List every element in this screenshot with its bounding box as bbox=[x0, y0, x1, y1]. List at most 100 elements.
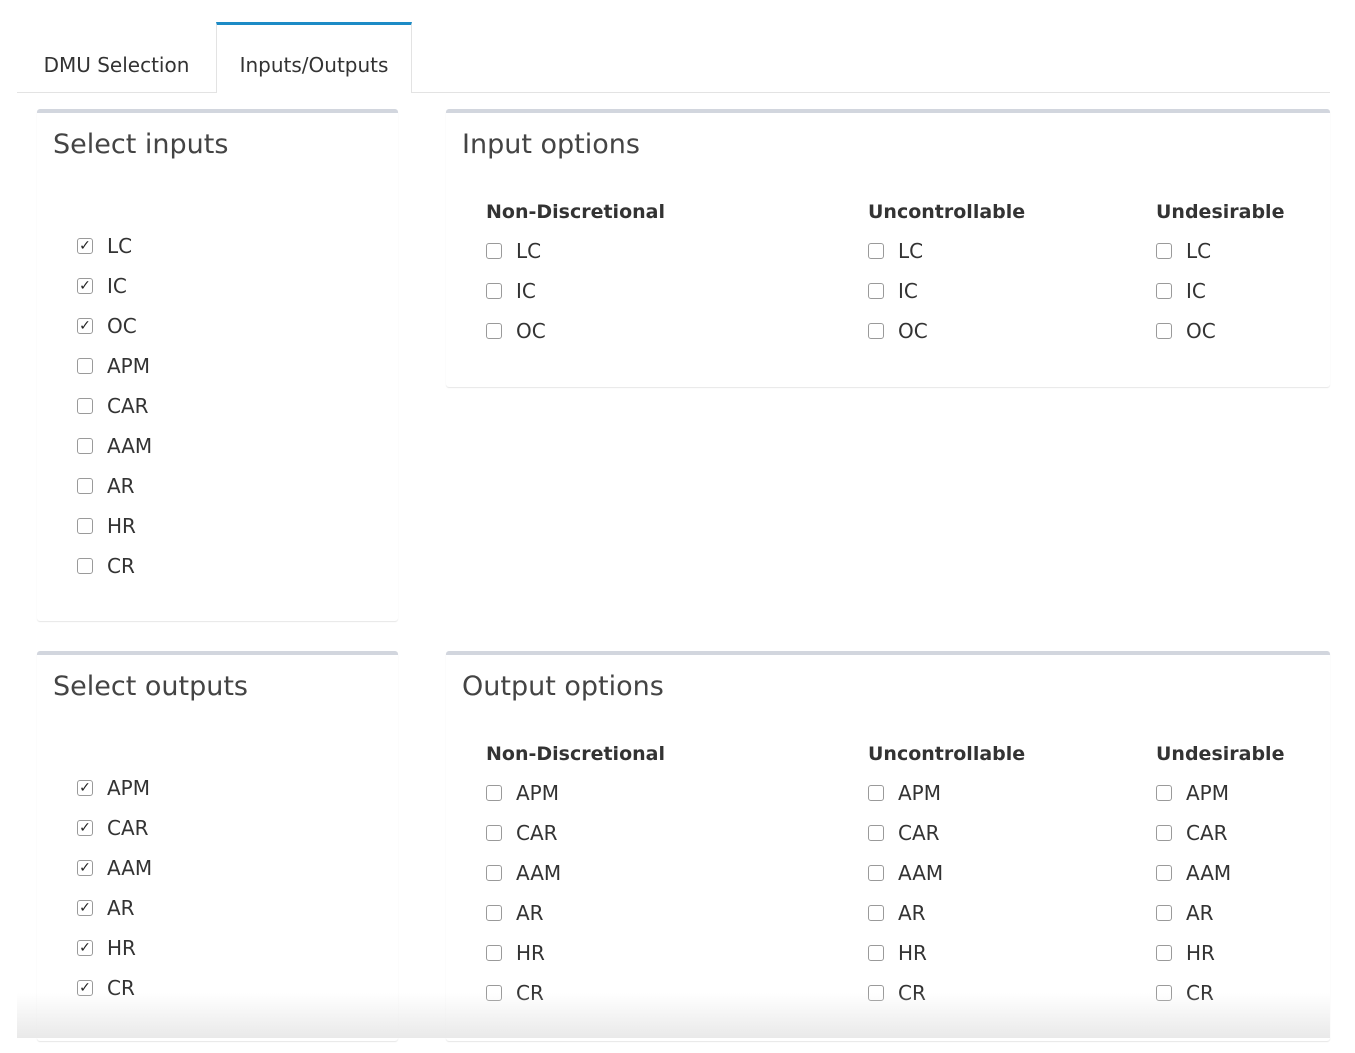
output-options-non-discretional-item-ar[interactable]: AR bbox=[486, 893, 561, 933]
input-options-non-discretional-item-ic[interactable]: IC bbox=[486, 271, 546, 311]
checkbox-label: IC bbox=[516, 279, 536, 303]
output-options-uncontrollable-item-cr[interactable]: CR bbox=[868, 973, 943, 1013]
checkbox[interactable] bbox=[868, 985, 884, 1001]
checkbox[interactable] bbox=[486, 865, 502, 881]
checkbox[interactable] bbox=[486, 785, 502, 801]
select-inputs-item-hr[interactable]: HR bbox=[77, 506, 152, 546]
checkbox-label: HR bbox=[1186, 941, 1215, 965]
output-options-uncontrollable-item-car[interactable]: CAR bbox=[868, 813, 943, 853]
checkbox[interactable] bbox=[1156, 945, 1172, 961]
checkbox[interactable]: ✓ bbox=[77, 820, 93, 836]
checkbox[interactable] bbox=[1156, 865, 1172, 881]
checkbox[interactable] bbox=[1156, 243, 1172, 259]
checkbox[interactable] bbox=[77, 438, 93, 454]
checkbox-label: CAR bbox=[107, 394, 149, 418]
checkbox[interactable] bbox=[486, 243, 502, 259]
checkbox[interactable] bbox=[486, 945, 502, 961]
checkbox-label: APM bbox=[107, 354, 150, 378]
checkbox[interactable]: ✓ bbox=[77, 980, 93, 996]
checkbox[interactable] bbox=[868, 825, 884, 841]
checkbox[interactable] bbox=[1156, 985, 1172, 1001]
input-options-undesirable-item-oc[interactable]: OC bbox=[1156, 311, 1216, 351]
checkbox[interactable] bbox=[868, 243, 884, 259]
checkbox[interactable] bbox=[1156, 283, 1172, 299]
input-options-undesirable-list: LC IC OC bbox=[1156, 231, 1216, 351]
input-options-undesirable-item-lc[interactable]: LC bbox=[1156, 231, 1216, 271]
output-options-uncontrollable-item-aam[interactable]: AAM bbox=[868, 853, 943, 893]
output-options-undesirable-item-aam[interactable]: AAM bbox=[1156, 853, 1231, 893]
checkbox-label: HR bbox=[107, 936, 136, 960]
input-options-uncontrollable-item-ic[interactable]: IC bbox=[868, 271, 928, 311]
input-options-uncontrollable-item-oc[interactable]: OC bbox=[868, 311, 928, 351]
checkbox[interactable] bbox=[486, 283, 502, 299]
select-outputs-title: Select outputs bbox=[53, 671, 248, 702]
input-options-uncontrollable-item-lc[interactable]: LC bbox=[868, 231, 928, 271]
checkbox[interactable] bbox=[1156, 323, 1172, 339]
output-options-non-discretional-list: APM CAR AAM AR HR CR bbox=[486, 773, 561, 1013]
input-options-undesirable-item-ic[interactable]: IC bbox=[1156, 271, 1216, 311]
output-options-uncontrollable-item-hr[interactable]: HR bbox=[868, 933, 943, 973]
checkbox[interactable]: ✓ bbox=[77, 940, 93, 956]
checkbox[interactable] bbox=[868, 865, 884, 881]
checkmark-icon: ✓ bbox=[79, 238, 91, 254]
select-outputs-item-cr[interactable]: ✓ CR bbox=[77, 968, 152, 1008]
input-options-non-discretional-item-lc[interactable]: LC bbox=[486, 231, 546, 271]
checkbox[interactable] bbox=[486, 985, 502, 1001]
select-outputs-item-hr[interactable]: ✓ HR bbox=[77, 928, 152, 968]
checkbox[interactable]: ✓ bbox=[77, 900, 93, 916]
output-options-non-discretional-item-car[interactable]: CAR bbox=[486, 813, 561, 853]
select-outputs-item-car[interactable]: ✓ CAR bbox=[77, 808, 152, 848]
checkbox[interactable] bbox=[1156, 785, 1172, 801]
select-outputs-item-aam[interactable]: ✓ AAM bbox=[77, 848, 152, 888]
checkbox[interactable]: ✓ bbox=[77, 780, 93, 796]
select-inputs-item-lc[interactable]: ✓ LC bbox=[77, 226, 152, 266]
output-options-undesirable-item-cr[interactable]: CR bbox=[1156, 973, 1231, 1013]
checkbox[interactable] bbox=[77, 478, 93, 494]
checkbox[interactable] bbox=[868, 323, 884, 339]
checkbox[interactable] bbox=[77, 558, 93, 574]
output-options-uncontrollable-item-apm[interactable]: APM bbox=[868, 773, 943, 813]
checkbox[interactable]: ✓ bbox=[77, 278, 93, 294]
checkbox-label: CAR bbox=[1186, 821, 1228, 845]
select-inputs-item-car[interactable]: CAR bbox=[77, 386, 152, 426]
select-inputs-item-ic[interactable]: ✓ IC bbox=[77, 266, 152, 306]
output-options-non-discretional-item-aam[interactable]: AAM bbox=[486, 853, 561, 893]
select-inputs-item-apm[interactable]: APM bbox=[77, 346, 152, 386]
output-options-undesirable-item-hr[interactable]: HR bbox=[1156, 933, 1231, 973]
checkbox[interactable] bbox=[868, 945, 884, 961]
output-options-non-discretional-item-apm[interactable]: APM bbox=[486, 773, 561, 813]
checkbox[interactable]: ✓ bbox=[77, 860, 93, 876]
checkbox-label: HR bbox=[107, 514, 136, 538]
tab-dmu-selection[interactable]: DMU Selection bbox=[17, 22, 216, 92]
output-options-undesirable-item-car[interactable]: CAR bbox=[1156, 813, 1231, 853]
select-inputs-item-ar[interactable]: AR bbox=[77, 466, 152, 506]
input-options-non-discretional-item-oc[interactable]: OC bbox=[486, 311, 546, 351]
select-outputs-item-ar[interactable]: ✓ AR bbox=[77, 888, 152, 928]
checkbox[interactable] bbox=[486, 825, 502, 841]
checkbox[interactable] bbox=[486, 905, 502, 921]
checkbox[interactable] bbox=[868, 283, 884, 299]
checkbox[interactable] bbox=[868, 785, 884, 801]
checkbox[interactable] bbox=[1156, 825, 1172, 841]
output-options-non-discretional-item-hr[interactable]: HR bbox=[486, 933, 561, 973]
input-options-uncontrollable-list: LC IC OC bbox=[868, 231, 928, 351]
tab-inputs-outputs[interactable]: Inputs/Outputs bbox=[216, 22, 412, 93]
select-outputs-item-apm[interactable]: ✓ APM bbox=[77, 768, 152, 808]
checkbox[interactable] bbox=[77, 358, 93, 374]
checkbox[interactable]: ✓ bbox=[77, 318, 93, 334]
select-inputs-item-cr[interactable]: CR bbox=[77, 546, 152, 586]
checkbox-label: AAM bbox=[107, 856, 153, 880]
select-inputs-item-aam[interactable]: AAM bbox=[77, 426, 152, 466]
checkbox[interactable] bbox=[77, 518, 93, 534]
output-options-undesirable-item-ar[interactable]: AR bbox=[1156, 893, 1231, 933]
output-options-non-discretional-item-cr[interactable]: CR bbox=[486, 973, 561, 1013]
checkbox[interactable] bbox=[1156, 905, 1172, 921]
output-options-uncontrollable-item-ar[interactable]: AR bbox=[868, 893, 943, 933]
checkbox[interactable] bbox=[77, 398, 93, 414]
checkbox[interactable] bbox=[868, 905, 884, 921]
checkmark-icon: ✓ bbox=[79, 900, 91, 916]
checkbox[interactable] bbox=[486, 323, 502, 339]
select-inputs-item-oc[interactable]: ✓ OC bbox=[77, 306, 152, 346]
output-options-undesirable-item-apm[interactable]: APM bbox=[1156, 773, 1231, 813]
checkbox[interactable]: ✓ bbox=[77, 238, 93, 254]
